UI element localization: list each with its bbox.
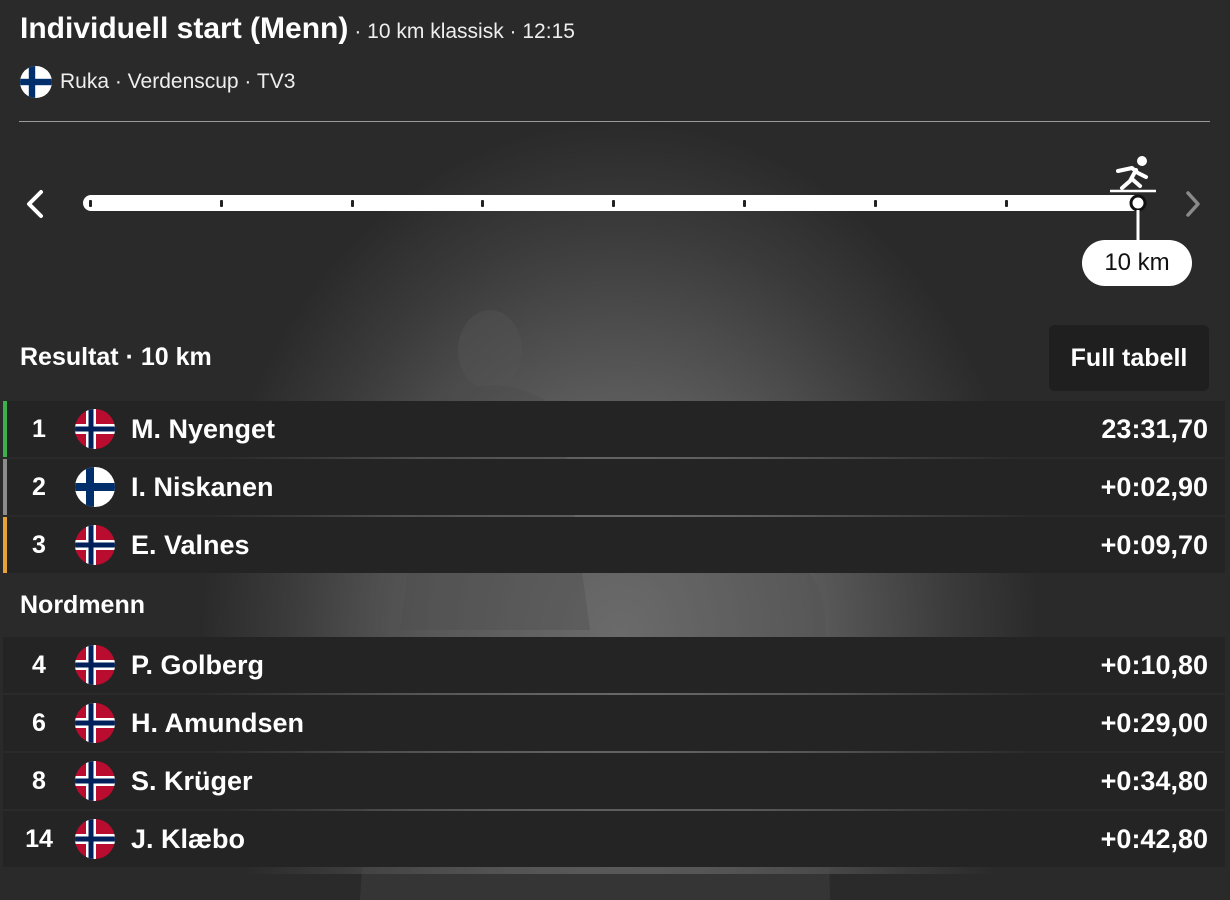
medal-indicator [3, 517, 7, 573]
result-time: +0:10,80 [1100, 649, 1208, 680]
track-tick [89, 200, 92, 207]
result-row[interactable]: 14 J. Klæbo +0:42,80 [3, 811, 1225, 867]
norway-flag-icon [75, 409, 115, 449]
result-row[interactable]: 2 I. Niskanen +0:02,90 [3, 459, 1225, 515]
full-table-button[interactable]: Full tabell [1049, 325, 1209, 391]
norway-flag-icon [75, 761, 115, 801]
event-venue: Ruka · Verdenscup · TV3 [60, 70, 296, 93]
event-title: Individuell start (Menn) [20, 12, 349, 45]
chevron-right-icon [1186, 191, 1200, 217]
current-position-marker [1129, 194, 1147, 243]
rank: 8 [32, 766, 46, 795]
athlete-name: E. Valnes [131, 529, 250, 560]
current-split-label: 10 km [1082, 240, 1192, 286]
norway-flag-icon [75, 645, 115, 685]
results-title: Resultat · 10 km [20, 343, 212, 371]
progress-track[interactable] [83, 195, 1143, 211]
result-time: 23:31,70 [1101, 413, 1208, 444]
norway-flag-icon [75, 525, 115, 565]
result-time: +0:02,90 [1100, 471, 1208, 502]
athlete-name: S. Krüger [131, 765, 253, 796]
result-time: +0:29,00 [1100, 707, 1208, 738]
rank: 14 [25, 824, 53, 853]
result-time: +0:42,80 [1100, 823, 1208, 854]
rank: 1 [32, 414, 46, 443]
result-row[interactable]: 1 M. Nyenget 23:31,70 [3, 401, 1225, 457]
norway-flag-icon [75, 703, 115, 743]
cross-country-skier-icon [1110, 156, 1156, 193]
track-tick [219, 200, 223, 207]
track-tick [873, 200, 877, 207]
norwegians-title: Nordmenn [20, 591, 145, 619]
athlete-name: H. Amundsen [131, 707, 305, 738]
medal-indicator [3, 459, 7, 515]
previous-split-button[interactable] [19, 186, 51, 222]
finland-flag-icon [20, 66, 52, 98]
result-time: +0:09,70 [1100, 529, 1208, 560]
result-row[interactable]: 6 H. Amundsen +0:29,00 [3, 695, 1225, 751]
result-row[interactable]: 4 P. Golberg +0:10,80 [3, 637, 1225, 693]
result-row[interactable]: 8 S. Krüger +0:34,80 [3, 753, 1225, 809]
rank: 3 [32, 530, 46, 559]
chevron-left-icon [27, 190, 43, 218]
finland-flag-icon [75, 467, 115, 507]
rank: 4 [32, 650, 46, 679]
rank: 6 [32, 708, 46, 737]
background-athlete-silhouette [360, 310, 830, 900]
track-tick [612, 200, 616, 207]
track-tick [350, 200, 354, 207]
athlete-name: J. Klæbo [131, 823, 246, 854]
header-divider [19, 121, 1210, 122]
next-split-button[interactable] [1177, 186, 1209, 222]
track-tick [743, 200, 746, 207]
athlete-name: P. Golberg [131, 649, 265, 680]
medal-indicator [3, 401, 7, 457]
event-meta: · 10 km klassisk · 12:15 [354, 20, 575, 43]
event-header: Individuell start (Menn) · 10 km klassis… [20, 12, 575, 98]
athlete-name: I. Niskanen [131, 471, 274, 502]
norway-flag-icon [75, 819, 115, 859]
result-row[interactable]: 3 E. Valnes +0:09,70 [3, 517, 1225, 573]
result-time: +0:34,80 [1100, 765, 1208, 796]
track-tick [481, 200, 485, 207]
rank: 2 [32, 472, 46, 501]
athlete-name: M. Nyenget [131, 413, 276, 444]
track-tick [1004, 200, 1008, 207]
